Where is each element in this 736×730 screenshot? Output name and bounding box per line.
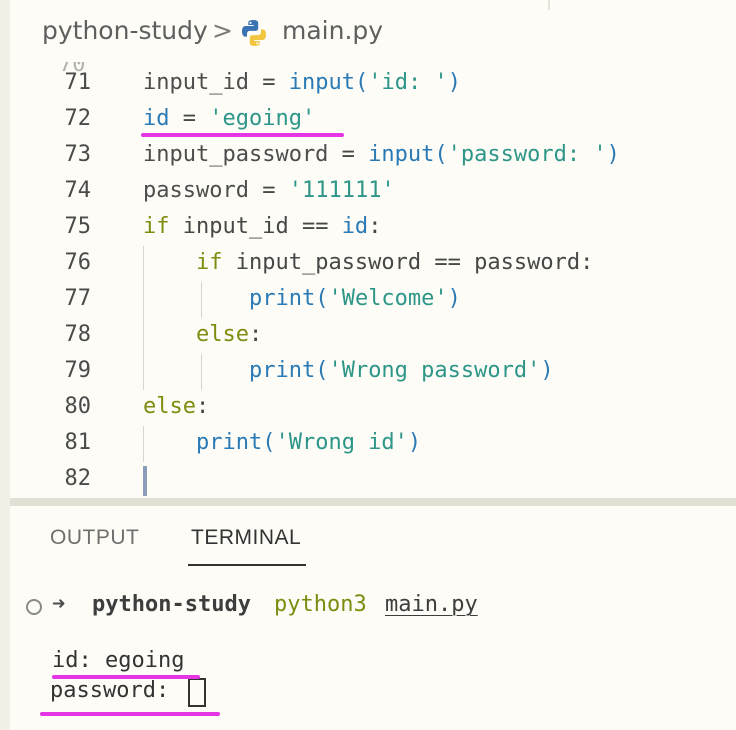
breadcrumb: python-study > main.py — [10, 12, 730, 56]
line-number: 80 — [64, 394, 92, 419]
top-divider — [548, 0, 550, 10]
breadcrumb-file[interactable]: main.py — [282, 16, 383, 45]
tab-terminal[interactable]: TERMINAL — [191, 526, 301, 550]
code-text: input_password = input('password: ') — [143, 142, 620, 167]
prompt-directory: python-study — [92, 592, 251, 617]
highlight-underline — [52, 675, 200, 679]
code-line[interactable]: 77 print('Welcome') — [10, 282, 736, 318]
python-logo-icon — [242, 20, 266, 46]
code-line[interactable]: 76 if input_password == password: — [10, 246, 736, 282]
line-number: 75 — [64, 214, 92, 239]
code-text: print('Wrong password') — [248, 358, 554, 383]
code-editor[interactable]: 70 71 input_id = input('id: ') 72 id = '… — [10, 62, 736, 498]
code-text: password = '111111' — [143, 178, 395, 203]
code-line[interactable]: 80 else: — [10, 390, 736, 426]
terminal-output-line: id: egoing — [52, 648, 185, 673]
code-line[interactable]: 73 input_password = input('password: ') — [10, 138, 736, 174]
bottom-panel: OUTPUT TERMINAL ➜ python-study python3 m… — [10, 506, 736, 730]
code-line[interactable]: 79 print('Wrong password') — [10, 354, 736, 390]
line-number: 81 — [64, 430, 92, 455]
line-number: 74 — [64, 178, 92, 203]
terminal-input-line[interactable]: password: — [50, 678, 182, 703]
panel-divider[interactable] — [10, 498, 736, 506]
prompt-arrow-icon: ➜ — [52, 592, 66, 617]
line-number: 76 — [64, 250, 92, 275]
highlight-underline — [40, 712, 220, 716]
active-tab-indicator — [188, 564, 306, 566]
command-status-circle-icon[interactable] — [26, 599, 42, 615]
code-text: input_id = input('id: ') — [143, 70, 461, 95]
code-line[interactable]: 75 if input_id == id: — [10, 210, 736, 246]
tab-output[interactable]: OUTPUT — [50, 526, 139, 550]
prompt-argument-link[interactable]: main.py — [385, 592, 478, 617]
highlight-underline — [141, 133, 344, 137]
terminal-cursor — [188, 678, 206, 707]
line-number: 79 — [64, 358, 92, 383]
line-number: 78 — [64, 322, 92, 347]
code-text: if input_id == id: — [143, 214, 382, 239]
code-line[interactable]: 71 input_id = input('id: ') — [10, 66, 736, 102]
code-text: else: — [195, 322, 263, 347]
code-text: print('Wrong id') — [195, 430, 422, 455]
code-text: if input_password == password: — [195, 250, 594, 275]
line-number: 71 — [64, 70, 92, 95]
code-line[interactable]: 74 password = '111111' — [10, 174, 736, 210]
code-line[interactable]: 78 else: — [10, 318, 736, 354]
code-line[interactable]: 82 — [10, 462, 736, 498]
left-edge-strip — [0, 0, 10, 730]
text-cursor — [143, 466, 147, 496]
line-number: 82 — [64, 466, 92, 491]
breadcrumb-separator: > — [212, 16, 233, 45]
line-number: 72 — [64, 106, 92, 131]
breadcrumb-folder[interactable]: python-study — [42, 16, 208, 45]
code-text: else: — [143, 394, 210, 419]
code-line[interactable]: 81 print('Wrong id') — [10, 426, 736, 462]
prompt-command: python3 — [274, 592, 367, 617]
code-text: id = 'egoing' — [143, 106, 316, 131]
code-text: print('Welcome') — [248, 286, 461, 311]
line-number: 73 — [64, 142, 92, 167]
code-line[interactable]: 72 id = 'egoing' — [10, 102, 736, 138]
line-number: 77 — [64, 286, 92, 311]
